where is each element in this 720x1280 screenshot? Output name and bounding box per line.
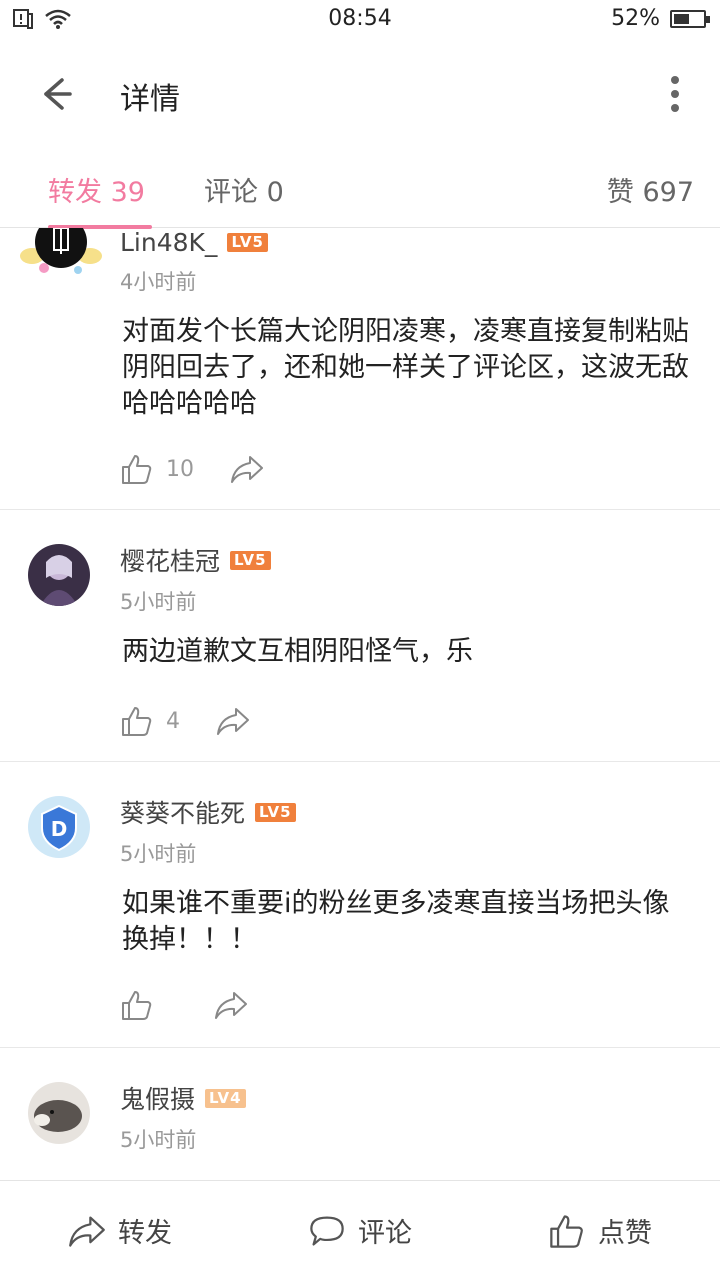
tab-bar: 转发 39 评论 0 赞 697 [0, 148, 720, 229]
like-button[interactable]: 点赞 [548, 1211, 652, 1250]
thumbs-up-icon[interactable] [120, 452, 154, 486]
username[interactable]: 鬼假摄 [120, 1080, 195, 1116]
bottom-action-bar: 转发 评论 点赞 [0, 1180, 720, 1280]
status-bar: 08:54 52% [0, 0, 720, 40]
post-text: 如果谁不重要i的粉丝更多凌寒直接当场把头像换掉！！！ [122, 888, 670, 955]
avatar[interactable] [28, 1082, 90, 1144]
page-title: 详情 [120, 82, 180, 117]
username[interactable]: 葵葵不能死 [120, 794, 245, 830]
post-time: 5小时前 [120, 1128, 197, 1152]
avatar[interactable] [18, 228, 104, 292]
share-arrow-icon[interactable] [230, 452, 264, 486]
repost-list: Lin48K_ LV5 4小时前 对面发个长篇大论阴阳凌寒，凌寒直接复制粘贴阴阳… [0, 228, 720, 1179]
thumbs-up-icon[interactable] [120, 988, 154, 1022]
repost-button[interactable]: 转发 [68, 1211, 172, 1250]
list-item: 樱花桂冠 LV5 5小时前 两边道歉文互相阴阳怪气，乐 4 [0, 510, 720, 762]
post-time: 5小时前 [120, 842, 197, 866]
post-time: 4小时前 [120, 270, 197, 294]
list-item: 鬼假摄 LV4 5小时前 [0, 1048, 720, 1179]
level-badge: LV5 [227, 233, 268, 252]
like-count: 10 [166, 456, 194, 482]
share-arrow-icon[interactable] [214, 988, 248, 1022]
tab-repost[interactable]: 转发 39 [48, 170, 145, 209]
app-header: 详情 [0, 40, 720, 148]
comment-bubble-icon [310, 1215, 344, 1246]
avatar[interactable]: D [28, 796, 90, 858]
username[interactable]: Lin48K_ [120, 228, 217, 257]
like-count: 4 [166, 708, 180, 734]
back-arrow-icon[interactable] [32, 74, 80, 114]
battery-icon [670, 9, 710, 28]
share-arrow-icon [69, 1215, 105, 1247]
thumbs-up-icon [550, 1214, 583, 1248]
post-time: 5小时前 [120, 590, 197, 614]
tab-comment[interactable]: 评论 0 [204, 170, 284, 209]
list-item: D 葵葵不能死 LV5 5小时前 如果谁不重要i的粉丝更多凌寒直接当场把头像换掉… [0, 762, 720, 1048]
username[interactable]: 樱花桂冠 [120, 542, 220, 578]
comment-button[interactable]: 评论 [308, 1211, 412, 1250]
battery-percent: 52% [611, 6, 660, 31]
share-arrow-icon[interactable] [216, 704, 250, 738]
post-text: 对面发个长篇大论阴阳凌寒，凌寒直接复制粘贴阴阳回去了，还和她一样关了评论区，这波… [122, 316, 689, 419]
comment-label: 评论 [358, 1218, 412, 1249]
level-badge: LV4 [205, 1088, 246, 1108]
tab-likes[interactable]: 赞 697 [607, 170, 694, 209]
svg-text:D: D [51, 817, 68, 841]
post-text: 两边道歉文互相阴阳怪气，乐 [122, 636, 473, 667]
avatar[interactable] [28, 544, 90, 606]
thumbs-up-icon[interactable] [120, 704, 154, 738]
repost-label: 转发 [118, 1218, 172, 1249]
level-badge: LV5 [230, 550, 271, 570]
like-label: 点赞 [598, 1218, 652, 1249]
level-badge: LV5 [255, 802, 296, 822]
more-options-icon[interactable] [660, 74, 690, 114]
list-item: Lin48K_ LV5 4小时前 对面发个长篇大论阴阳凌寒，凌寒直接复制粘贴阴阳… [0, 228, 720, 510]
